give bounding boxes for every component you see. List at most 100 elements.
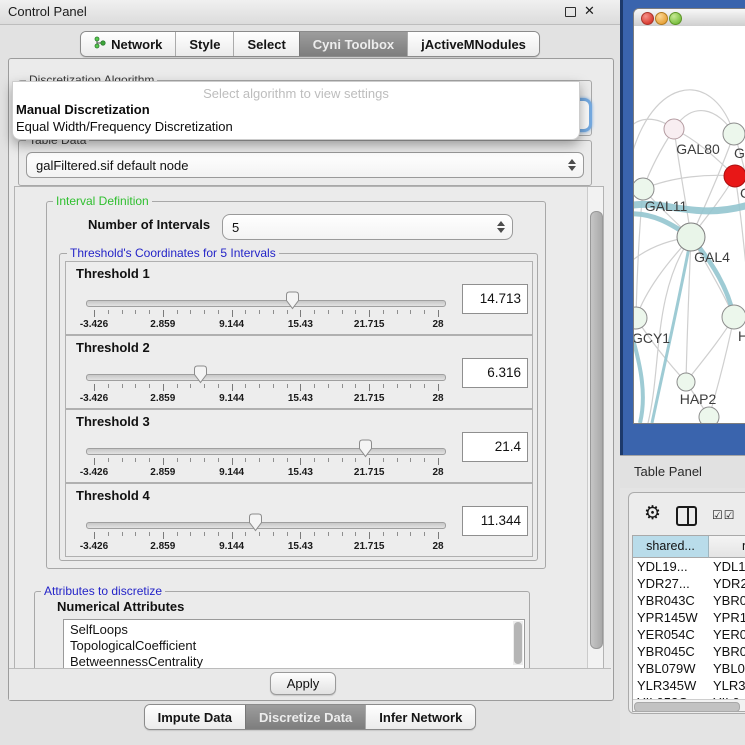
close-icon[interactable]: ✕	[584, 3, 595, 19]
threshold-slider[interactable]: -3.4262.8599.14415.4321.71528	[86, 362, 446, 406]
numerical-attributes-list[interactable]: SelfLoopsTopologicalCoefficientBetweenne…	[63, 619, 525, 670]
slider-tick	[149, 458, 150, 462]
attributes-group-title: Attributes to discretize	[41, 584, 165, 598]
table-row[interactable]: YLR345W YLR3	[633, 677, 745, 694]
slider-tick	[410, 384, 411, 388]
cell-shared-name: YLR345W	[637, 678, 696, 693]
table-row[interactable]: YPR145WYPR1	[633, 609, 745, 626]
float-window-icon[interactable]	[565, 7, 576, 17]
attribute-list-item[interactable]: TopologicalCoefficient	[64, 638, 524, 654]
threshold-slider[interactable]: -3.4262.8599.14415.4321.71528	[86, 288, 446, 332]
attribute-list-item[interactable]: SelfLoops	[64, 622, 524, 638]
tab-label: Discretize Data	[259, 710, 352, 725]
columns-icon[interactable]	[676, 506, 697, 526]
threshold-panel: Threshold 3 -3.4262.8599.14415.4321.71528…	[65, 409, 533, 483]
cell-name: YLR3	[713, 678, 745, 693]
list-scrollbar[interactable]	[513, 621, 523, 665]
cell-shared-name: YBL079W	[637, 661, 696, 676]
network-desktop-area: GAL80GACGAL11GAL4GCY1HHAP2	[620, 0, 745, 455]
slider-tick	[383, 458, 384, 462]
slider-tick	[259, 310, 260, 314]
slider-track	[86, 300, 446, 307]
cell-name: YBR0	[713, 644, 745, 659]
slider-tick	[438, 310, 439, 317]
zoom-traffic-light-icon[interactable]	[669, 12, 682, 25]
table-data-select[interactable]: galFiltered.sif default node	[26, 152, 584, 178]
horizontal-scrollbar[interactable]	[633, 699, 745, 712]
tab-impute-data[interactable]: Impute Data	[145, 705, 245, 729]
network-canvas[interactable]: GAL80GACGAL11GAL4GCY1HHAP2	[634, 26, 745, 423]
panel-divider	[620, 0, 623, 455]
slider-thumb[interactable]	[192, 365, 209, 389]
slider-thumb[interactable]	[357, 439, 374, 463]
menu-item-equal-width-frequency[interactable]: Equal Width/Frequency Discretization	[16, 119, 233, 134]
tab-jactivemnodules[interactable]: jActiveMNodules	[407, 32, 539, 56]
table-row[interactable]: YBL079WYBL0	[633, 660, 745, 677]
cell-shared-name: YBR043C	[637, 593, 695, 608]
slider-thumb[interactable]	[284, 291, 301, 315]
table-row[interactable]: YER054CYER0	[633, 626, 745, 643]
column-header-shared-name[interactable]: shared...	[633, 536, 709, 558]
slider-tick	[424, 458, 425, 462]
slider-thumb[interactable]	[247, 513, 264, 537]
tab-style[interactable]: Style	[175, 32, 233, 56]
application-window: Control Panel ✕ NetworkStyleSelectCyni T…	[0, 0, 745, 745]
slider-tick-label: -3.426	[80, 541, 108, 552]
minimize-traffic-light-icon[interactable]	[655, 12, 668, 25]
horizontal-scrollbar-thumb[interactable]	[634, 702, 740, 712]
table-row[interactable]: YDR27...YDR2	[633, 575, 745, 592]
threshold-slider[interactable]: -3.4262.8599.14415.4321.71528	[86, 510, 446, 554]
network-node	[724, 165, 745, 187]
table-row[interactable]: YBR045C YBR0	[633, 643, 745, 660]
select-checkboxes-icon[interactable]: ☑☑	[712, 508, 736, 522]
apply-button[interactable]: Apply	[270, 672, 336, 695]
tab-infer-network[interactable]: Infer Network	[365, 705, 475, 729]
slider-tick	[190, 532, 191, 536]
gear-icon[interactable]: ⚙	[644, 502, 661, 525]
threshold-label: Threshold 4	[76, 488, 150, 503]
slider-tick	[355, 310, 356, 314]
tab-select[interactable]: Select	[233, 32, 298, 56]
column-header-name[interactable]: na	[709, 536, 745, 558]
slider-tick	[424, 384, 425, 388]
slider-tick	[424, 310, 425, 314]
slider-tick-label: -3.426	[80, 319, 108, 330]
threshold-value-field[interactable]: 21.4	[462, 432, 528, 462]
threshold-value-field[interactable]: 6.316	[462, 358, 528, 388]
cell-shared-name: YPR145W	[637, 610, 698, 625]
tab-discretize-data[interactable]: Discretize Data	[245, 705, 365, 729]
threshold-value-field[interactable]: 11.344	[462, 506, 528, 536]
threshold-label: Threshold 3	[76, 414, 150, 429]
number-of-intervals-select[interactable]: 5	[222, 214, 513, 240]
slider-tick	[149, 532, 150, 536]
slider-tick	[397, 384, 398, 388]
slider-tick-label: 21.715	[354, 467, 385, 478]
network-node-label: GAL11	[645, 198, 688, 214]
node-table[interactable]: shared... na YDL19...YDL1YDR27...YDR2YBR…	[632, 535, 745, 712]
slider-tick	[438, 532, 439, 539]
slider-tick	[328, 458, 329, 462]
slider-tick-label: 2.859	[150, 393, 175, 404]
threshold-slider[interactable]: -3.4262.8599.14415.4321.71528	[86, 436, 446, 480]
table-row[interactable]: YDL19...YDL1	[633, 558, 745, 575]
table-row[interactable]: YBR043CYBR0	[633, 592, 745, 609]
network-window-titlebar[interactable]	[634, 9, 745, 27]
slider-tick	[328, 310, 329, 314]
slider-tick-label: 21.715	[354, 319, 385, 330]
network-node-label: GA	[734, 145, 745, 161]
close-traffic-light-icon[interactable]	[641, 12, 654, 25]
slider-tick	[135, 384, 136, 388]
slider-tick	[163, 384, 164, 391]
threshold-panel: Threshold 1-3.4262.8599.14415.4321.71528…	[65, 261, 533, 335]
threshold-value-field[interactable]: 14.713	[462, 284, 528, 314]
tab-network[interactable]: Network	[81, 32, 175, 56]
network-window[interactable]: GAL80GACGAL11GAL4GCY1HHAP2	[633, 8, 745, 424]
slider-tick	[342, 458, 343, 462]
vertical-scrollbar-thumb[interactable]	[590, 211, 603, 649]
vertical-scrollbar[interactable]	[587, 187, 604, 669]
slider-tick	[438, 458, 439, 465]
menu-item-manual-discretization[interactable]: Manual Discretization	[16, 102, 150, 117]
cell-shared-name: YBR045C	[637, 644, 695, 659]
network-node	[699, 407, 719, 423]
tab-cyni-toolbox[interactable]: Cyni Toolbox	[299, 32, 407, 56]
